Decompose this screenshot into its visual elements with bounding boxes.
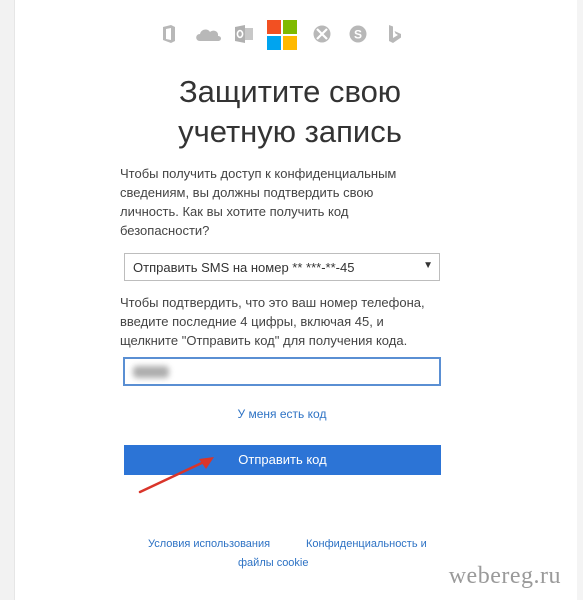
chevron-down-icon: ▼ (423, 260, 433, 271)
watermark: webereg.ru (448, 563, 561, 589)
title-line-2: учетную запись (178, 114, 402, 149)
intro-line-1: Чтобы получить доступ к конфиденциальным (120, 166, 397, 181)
verification-method-select[interactable]: Отправить SMS на номер ** ***-**-45 ▼ (124, 253, 440, 281)
microsoft-logo-icon (267, 20, 297, 50)
outlook-icon[interactable] (234, 24, 254, 44)
window-right-edge (577, 0, 583, 600)
blurred-input-value (133, 366, 169, 378)
terms-link[interactable]: Условия использования (148, 538, 270, 550)
svg-text:S: S (354, 28, 362, 42)
app-icons-bar: S (0, 20, 583, 54)
intro-line-4: безопасности? (120, 223, 210, 238)
instructions-line-2: введите последние 4 цифры, включая 45, и (120, 314, 384, 329)
instructions-line-1: Чтобы подтвердить, что это ваш номер тел… (120, 295, 425, 310)
verification-method-value: Отправить SMS на номер ** ***-**-45 (133, 260, 355, 275)
intro-line-2: сведениям, вы должны подтвердить свою (120, 185, 374, 200)
skype-icon[interactable]: S (349, 25, 367, 43)
red-arrow-annotation (138, 457, 214, 494)
privacy-link[interactable]: Конфиденциальность и (306, 538, 427, 550)
window-left-edge (0, 0, 15, 600)
intro-line-3: личность. Как вы хотите получить код (120, 204, 349, 219)
bing-icon[interactable] (387, 24, 403, 44)
onedrive-icon[interactable] (194, 26, 222, 42)
page-title: Защитите свою учетную запись (80, 72, 500, 152)
cookie-link[interactable]: файлы cookie (238, 557, 309, 569)
have-code-link[interactable]: У меня есть код (220, 407, 344, 421)
title-line-1: Защитите свою (178, 74, 402, 109)
intro-text: Чтобы получить доступ к конфиденциальным… (120, 164, 450, 240)
xbox-icon[interactable] (313, 25, 331, 43)
phone-digits-input[interactable] (123, 357, 441, 386)
instructions-line-3: щелкните "Отправить код" для получения к… (120, 333, 408, 348)
instructions-text: Чтобы подтвердить, что это ваш номер тел… (120, 293, 450, 350)
office-icon[interactable] (161, 24, 177, 44)
